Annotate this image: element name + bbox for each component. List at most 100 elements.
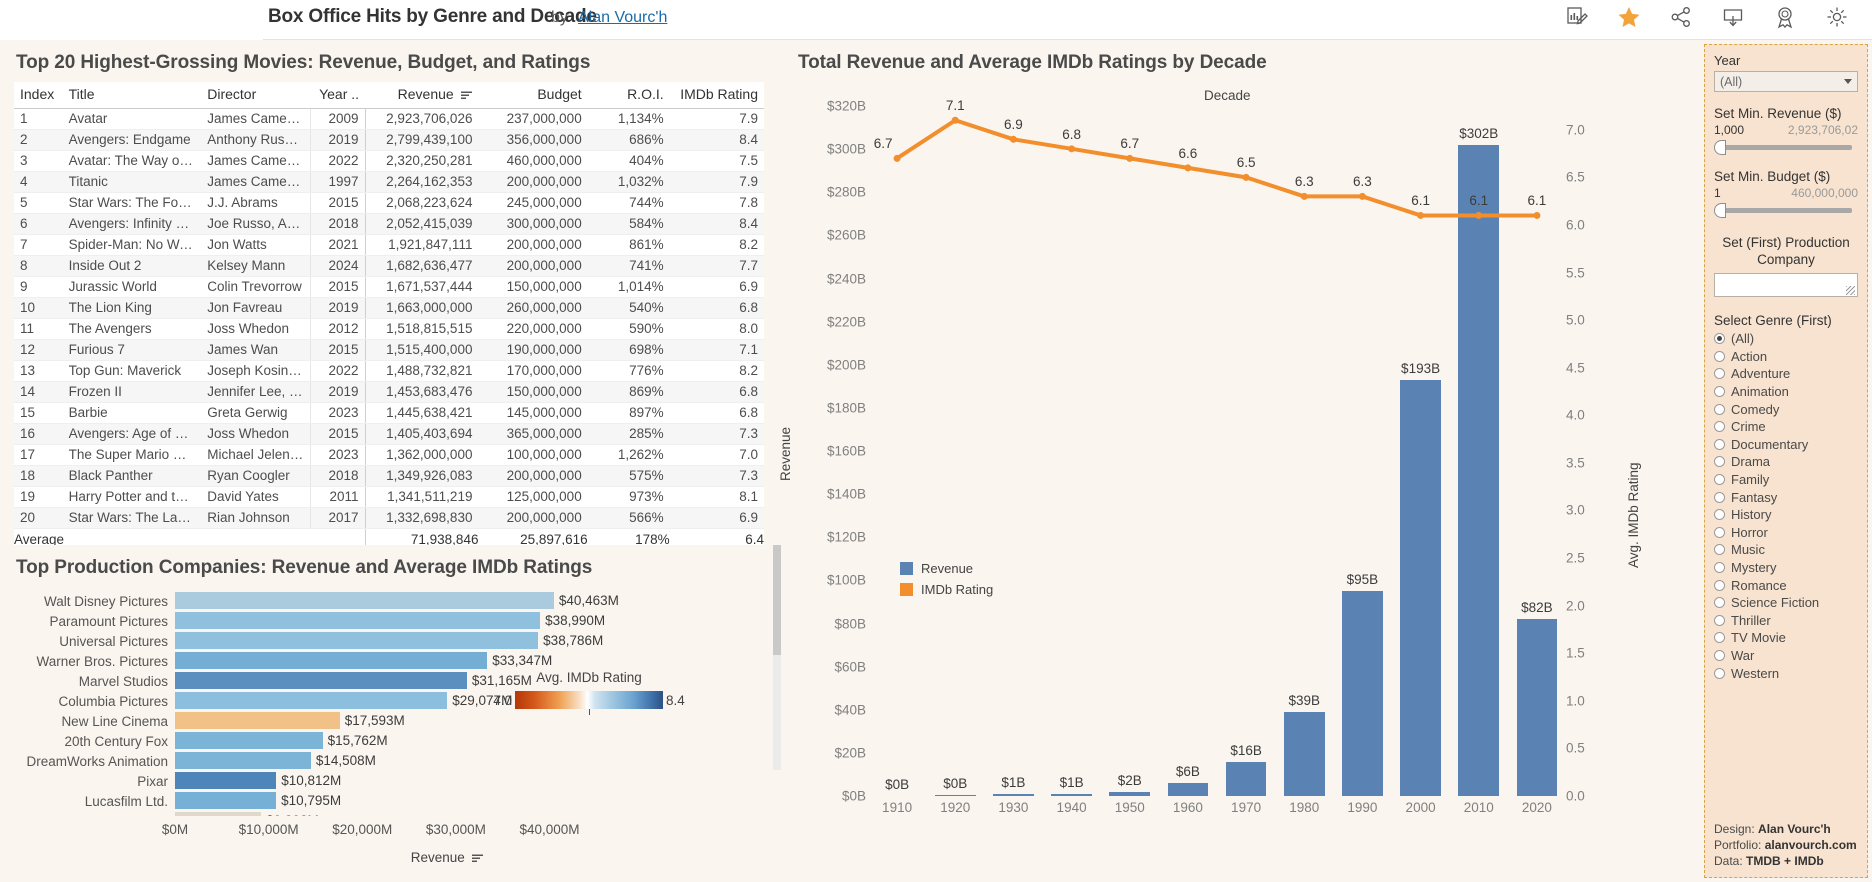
bars-scrollbar-thumb[interactable] [773, 545, 781, 655]
genre-option-western[interactable]: Western [1714, 664, 1858, 682]
genre-option-crime[interactable]: Crime [1714, 418, 1858, 436]
genre-option-animation[interactable]: Animation [1714, 383, 1858, 401]
table-row[interactable]: 13 Top Gun: Maverick Joseph Kosinski 2022 1,… [14, 360, 764, 382]
radio-button[interactable] [1714, 649, 1725, 661]
genre-option-fantasy[interactable]: Fantasy [1714, 488, 1858, 506]
radio-button[interactable] [1714, 386, 1725, 398]
min-budget-track[interactable] [1716, 208, 1852, 213]
genre-option-drama[interactable]: Drama [1714, 453, 1858, 471]
table-row[interactable]: 8 Inside Out 2 Kelsey Mann 2024 1,682,636,47… [14, 255, 764, 277]
bar-fill[interactable] [175, 592, 554, 609]
download-icon[interactable] [1720, 4, 1746, 30]
radio-button[interactable] [1714, 368, 1725, 380]
table-row[interactable]: 16 Avengers: Age of Ultron Joss Whedon 2015… [14, 423, 764, 445]
table-row[interactable]: 20Star Wars: The Last JediRian Johnson20… [14, 507, 764, 529]
genre-option-thriller[interactable]: Thriller [1714, 612, 1858, 630]
star-icon[interactable] [1616, 4, 1642, 30]
min-budget-knob[interactable] [1714, 203, 1726, 218]
legend-entry-imdb[interactable]: IMDb Rating [900, 582, 993, 597]
col-director[interactable]: Director [201, 82, 311, 109]
bar-fill[interactable] [175, 672, 467, 689]
table-row[interactable]: 15 Barbie Greta Gerwig 2023 1,445,638,421 145… [14, 402, 764, 424]
min-revenue-slider[interactable] [1714, 139, 1858, 155]
table-row[interactable]: 6 Avengers: Infinity War Joe Russo, Anth..… [14, 213, 764, 235]
radio-button[interactable] [1714, 632, 1725, 644]
table-row[interactable]: 10 The Lion King Jon Favreau 2019 1,663,000,… [14, 297, 764, 319]
bar-fill[interactable] [175, 692, 448, 709]
genre-option-all[interactable]: (All) [1714, 330, 1858, 348]
legend-entry-revenue[interactable]: Revenue [900, 561, 993, 576]
genre-option-war[interactable]: War [1714, 647, 1858, 665]
genre-option-family[interactable]: Family [1714, 471, 1858, 489]
bar-row[interactable]: DreamWorks Animation $14,508M [0, 751, 784, 771]
table-row[interactable]: 1 Avatar James Cameron 2009 2,923,706,026 237… [14, 108, 764, 130]
min-revenue-track[interactable] [1716, 145, 1852, 150]
bar-fill[interactable] [175, 792, 277, 809]
min-budget-slider[interactable] [1714, 202, 1858, 218]
bar-row[interactable]: Touchstone Pictures $9,202M [0, 811, 784, 816]
bar-fill[interactable] [175, 732, 323, 749]
radio-button[interactable] [1714, 350, 1725, 362]
genre-option-horror[interactable]: Horror [1714, 524, 1858, 542]
table-row[interactable]: 7 Spider-Man: No Way H.. Jon Watts 2021 1,92… [14, 234, 764, 256]
year-filter-select[interactable]: (All) [1714, 71, 1858, 92]
resize-handle-icon[interactable] [1846, 286, 1855, 295]
table-row[interactable]: 2 Avengers: Endgame Anthony Russo, .. 2019 2… [14, 129, 764, 151]
col-index[interactable]: Index [14, 82, 63, 109]
sort-desc-icon[interactable] [458, 86, 473, 102]
bar-row[interactable]: Walt Disney Pictures $40,463M [0, 591, 784, 611]
radio-button[interactable] [1714, 562, 1725, 574]
table-row[interactable]: 4 Titanic James Cameron 1997 2,264,162,353 20… [14, 171, 764, 193]
bar-fill[interactable] [175, 712, 340, 729]
bar-fill[interactable] [175, 812, 262, 816]
bars-scrollbar[interactable] [773, 545, 781, 770]
table-row[interactable]: 3 Avatar: The Way of Wa.. James Cameron 202… [14, 150, 764, 172]
bar-row[interactable]: 20th Century Fox $15,762M [0, 731, 784, 751]
radio-button[interactable] [1714, 438, 1725, 450]
table-row[interactable]: 17 The Super Mario Bros. .. Michael Jeleni… [14, 444, 764, 466]
radio-button[interactable] [1714, 509, 1725, 521]
table-row[interactable]: 12 Furious 7 James Wan 2015 1,515,400,000 190… [14, 339, 764, 361]
table-row[interactable]: 18 Black Panther Ryan Coogler 2018 1,349,926… [14, 465, 764, 487]
genre-option-documentary[interactable]: Documentary [1714, 436, 1858, 454]
credit-portfolio-value[interactable]: alanvourch.com [1765, 838, 1857, 852]
radio-button[interactable] [1714, 333, 1725, 345]
radio-button[interactable] [1714, 597, 1725, 609]
author-link[interactable]: Alan Vourc'h [578, 9, 667, 27]
sort-desc-icon-bars[interactable] [469, 850, 484, 865]
col-title[interactable]: Title [62, 82, 202, 109]
min-revenue-knob[interactable] [1714, 140, 1726, 155]
bar-row[interactable]: Lucasfilm Ltd. $10,795M [0, 791, 784, 811]
radio-button[interactable] [1714, 456, 1725, 468]
radio-button[interactable] [1714, 579, 1725, 591]
col-roi[interactable]: R.O.I. [587, 82, 670, 109]
col-revenue[interactable]: Revenue [365, 82, 479, 109]
production-company-input[interactable] [1714, 273, 1858, 297]
table-row[interactable]: 11 The Avengers Joss Whedon 2012 1,518,815,5… [14, 318, 764, 340]
radio-button[interactable] [1714, 474, 1725, 486]
bar-row[interactable]: New Line Cinema $17,593M [0, 711, 784, 731]
bar-row[interactable]: Pixar $10,812M [0, 771, 784, 791]
bar-fill[interactable] [175, 612, 541, 629]
radio-button[interactable] [1714, 421, 1725, 433]
radio-button[interactable] [1714, 403, 1725, 415]
col-year[interactable]: Year .. [310, 82, 366, 109]
radio-button[interactable] [1714, 526, 1725, 538]
bar-fill[interactable] [175, 632, 539, 649]
table-row[interactable]: 14 Frozen II Jennifer Lee, Ch.. 2019 1,453,6… [14, 381, 764, 403]
bar-row[interactable]: Paramount Pictures $38,990M [0, 611, 784, 631]
edit-chart-icon[interactable] [1564, 4, 1590, 30]
genre-option-history[interactable]: History [1714, 506, 1858, 524]
bar-row[interactable]: Warner Bros. Pictures $33,347M [0, 651, 784, 671]
genre-option-mystery[interactable]: Mystery [1714, 559, 1858, 577]
radio-button[interactable] [1714, 667, 1725, 679]
genre-option-science-fiction[interactable]: Science Fiction [1714, 594, 1858, 612]
genre-option-action[interactable]: Action [1714, 348, 1858, 366]
radio-button[interactable] [1714, 614, 1725, 626]
table-row[interactable]: 9 Jurassic World Colin Trevorrow 2015 1,671,… [14, 276, 764, 298]
table-row[interactable]: 19 Harry Potter and the D.. David Yates 201… [14, 486, 764, 508]
col-budget[interactable]: Budget [478, 82, 588, 109]
genre-option-music[interactable]: Music [1714, 541, 1858, 559]
bar-fill[interactable] [175, 752, 311, 769]
genre-option-romance[interactable]: Romance [1714, 576, 1858, 594]
